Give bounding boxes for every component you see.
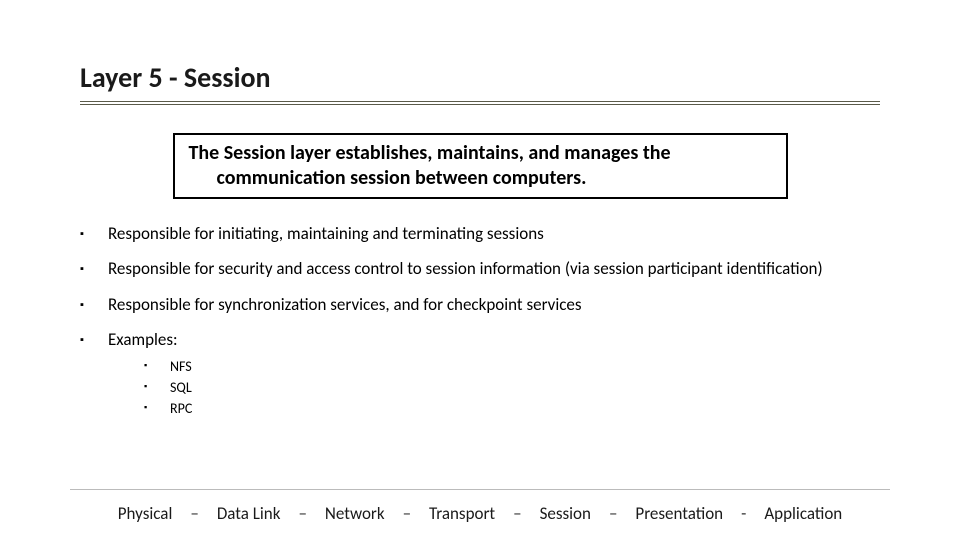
osi-layer-footer: Physical – Data Link – Network – Transpo… [0, 503, 960, 524]
square-bullet-icon: ▪ [144, 398, 170, 415]
bullet-list: ▪ Responsible for initiating, maintainin… [80, 223, 880, 419]
list-item: ▪ Responsible for security and access co… [80, 258, 880, 279]
example-text: NFS [170, 356, 192, 377]
list-item: ▪ Responsible for initiating, maintainin… [80, 223, 880, 244]
examples-label: Examples: [108, 329, 178, 350]
footer-item: Presentation [635, 503, 723, 524]
footer-divider [70, 489, 890, 490]
footer-separator: – [298, 503, 306, 524]
definition-line-2: communication session between computers. [189, 166, 772, 191]
bullet-text: Responsible for synchronization services… [108, 294, 880, 315]
bullet-text: Responsible for security and access cont… [108, 258, 880, 279]
bullet-text: Responsible for initiating, maintaining … [108, 223, 880, 244]
definition-box: The Session layer establishes, maintains… [173, 133, 788, 199]
footer-item: Transport [429, 503, 495, 524]
footer-separator: – [513, 503, 521, 524]
footer-separator: – [403, 503, 411, 524]
square-bullet-icon: ▪ [80, 223, 108, 241]
examples-list: ▪NFS ▪SQL ▪RPC [108, 356, 880, 419]
square-bullet-icon: ▪ [80, 329, 108, 347]
footer-separator: – [609, 503, 617, 524]
slide: Layer 5 - Session The Session layer esta… [0, 0, 960, 540]
square-bullet-icon: ▪ [144, 377, 170, 394]
footer-item: Physical [118, 503, 173, 524]
footer-item: Session [540, 503, 591, 524]
example-text: RPC [170, 398, 192, 419]
footer-item: Data Link [217, 503, 281, 524]
definition-line-1: The Session layer establishes, maintains… [189, 141, 772, 166]
list-item: ▪SQL [144, 377, 880, 398]
footer-item: Application [764, 503, 842, 524]
square-bullet-icon: ▪ [144, 356, 170, 373]
square-bullet-icon: ▪ [80, 294, 108, 312]
list-item: ▪ Examples: ▪NFS ▪SQL ▪RPC [80, 329, 880, 419]
footer-separator: – [190, 503, 198, 524]
footer-separator: - [741, 503, 746, 524]
slide-title: Layer 5 - Session [80, 60, 880, 95]
list-item: ▪RPC [144, 398, 880, 419]
list-item: ▪NFS [144, 356, 880, 377]
title-underline [80, 101, 880, 105]
square-bullet-icon: ▪ [80, 258, 108, 276]
example-text: SQL [170, 377, 192, 398]
list-item: ▪ Responsible for synchronization servic… [80, 294, 880, 315]
bullet-text: Examples: ▪NFS ▪SQL ▪RPC [108, 329, 880, 419]
footer-item: Network [325, 503, 385, 524]
